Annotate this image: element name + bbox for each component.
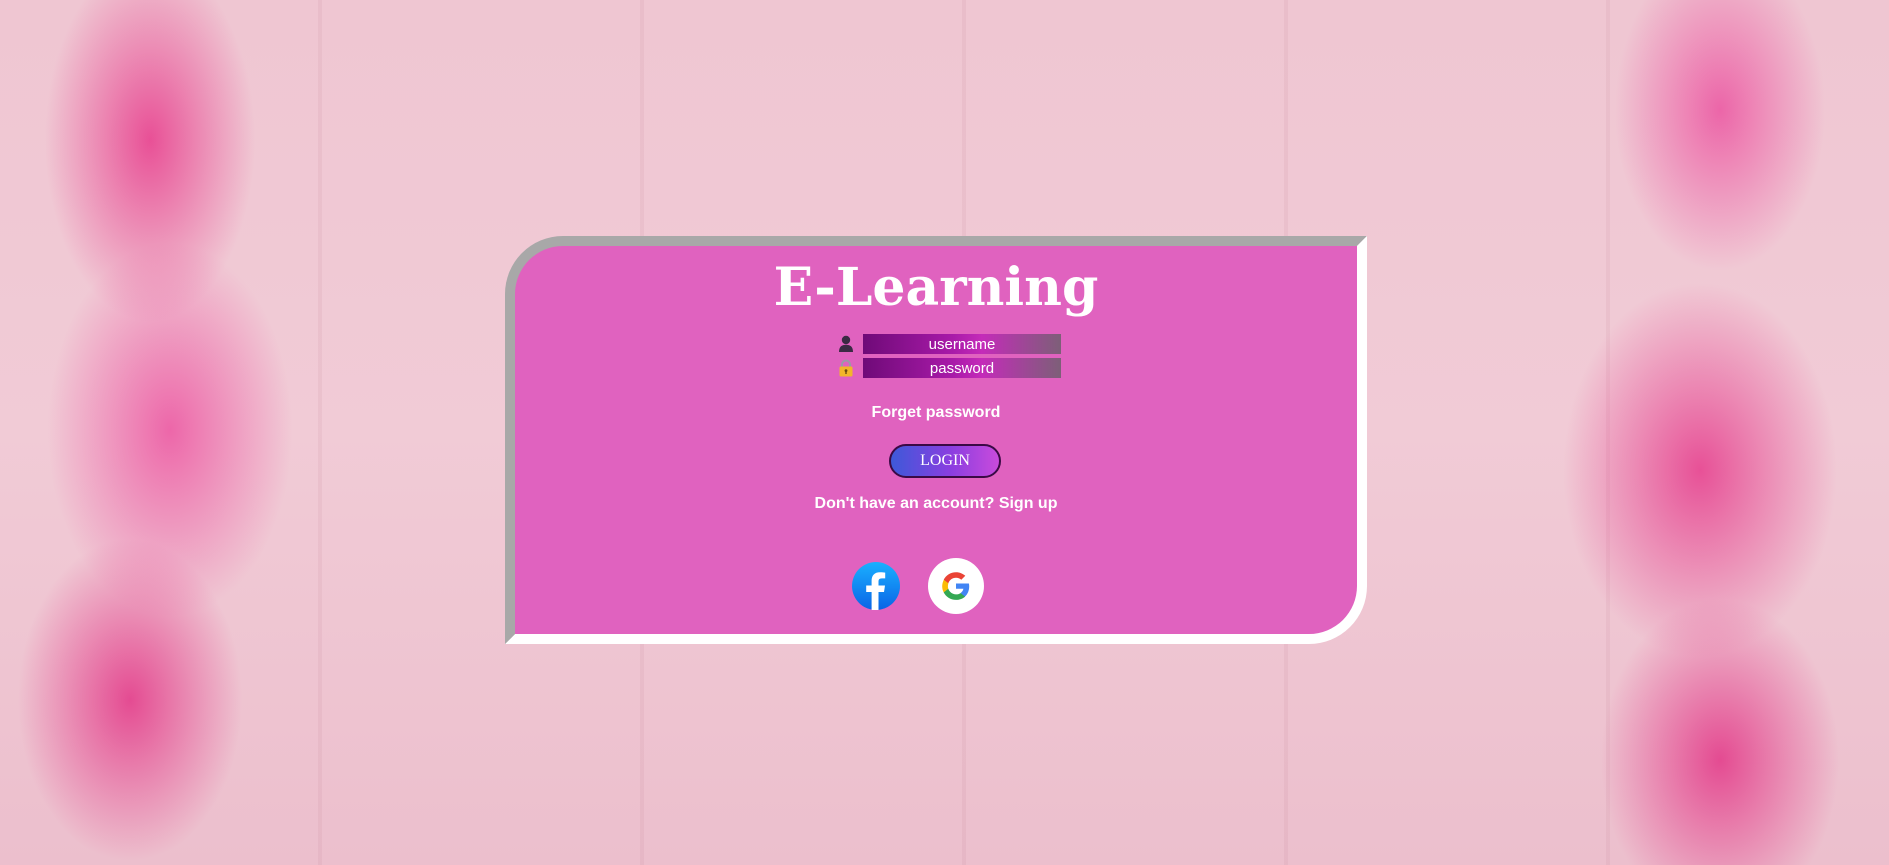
- signup-prompt: Don't have an account? Sign up: [515, 495, 1357, 513]
- app-title: E-Learning: [773, 257, 1099, 318]
- forgot-password-link[interactable]: Forget password: [515, 404, 1357, 422]
- password-row: [837, 358, 1061, 378]
- google-icon: [942, 572, 970, 600]
- facebook-login-button[interactable]: [852, 562, 900, 610]
- username-input[interactable]: [863, 334, 1061, 354]
- login-button[interactable]: LOGIN: [889, 444, 1001, 478]
- lock-icon: [837, 359, 855, 377]
- google-login-button[interactable]: [928, 558, 984, 614]
- signup-prefix: Don't have an account?: [814, 495, 995, 512]
- facebook-icon: [866, 572, 886, 610]
- signup-link[interactable]: Sign up: [999, 495, 1058, 512]
- username-row: [837, 334, 1061, 354]
- password-input[interactable]: [863, 358, 1061, 378]
- user-icon: [837, 335, 855, 353]
- login-card: E-Learning Forget password LOGIN Don't h…: [505, 236, 1367, 644]
